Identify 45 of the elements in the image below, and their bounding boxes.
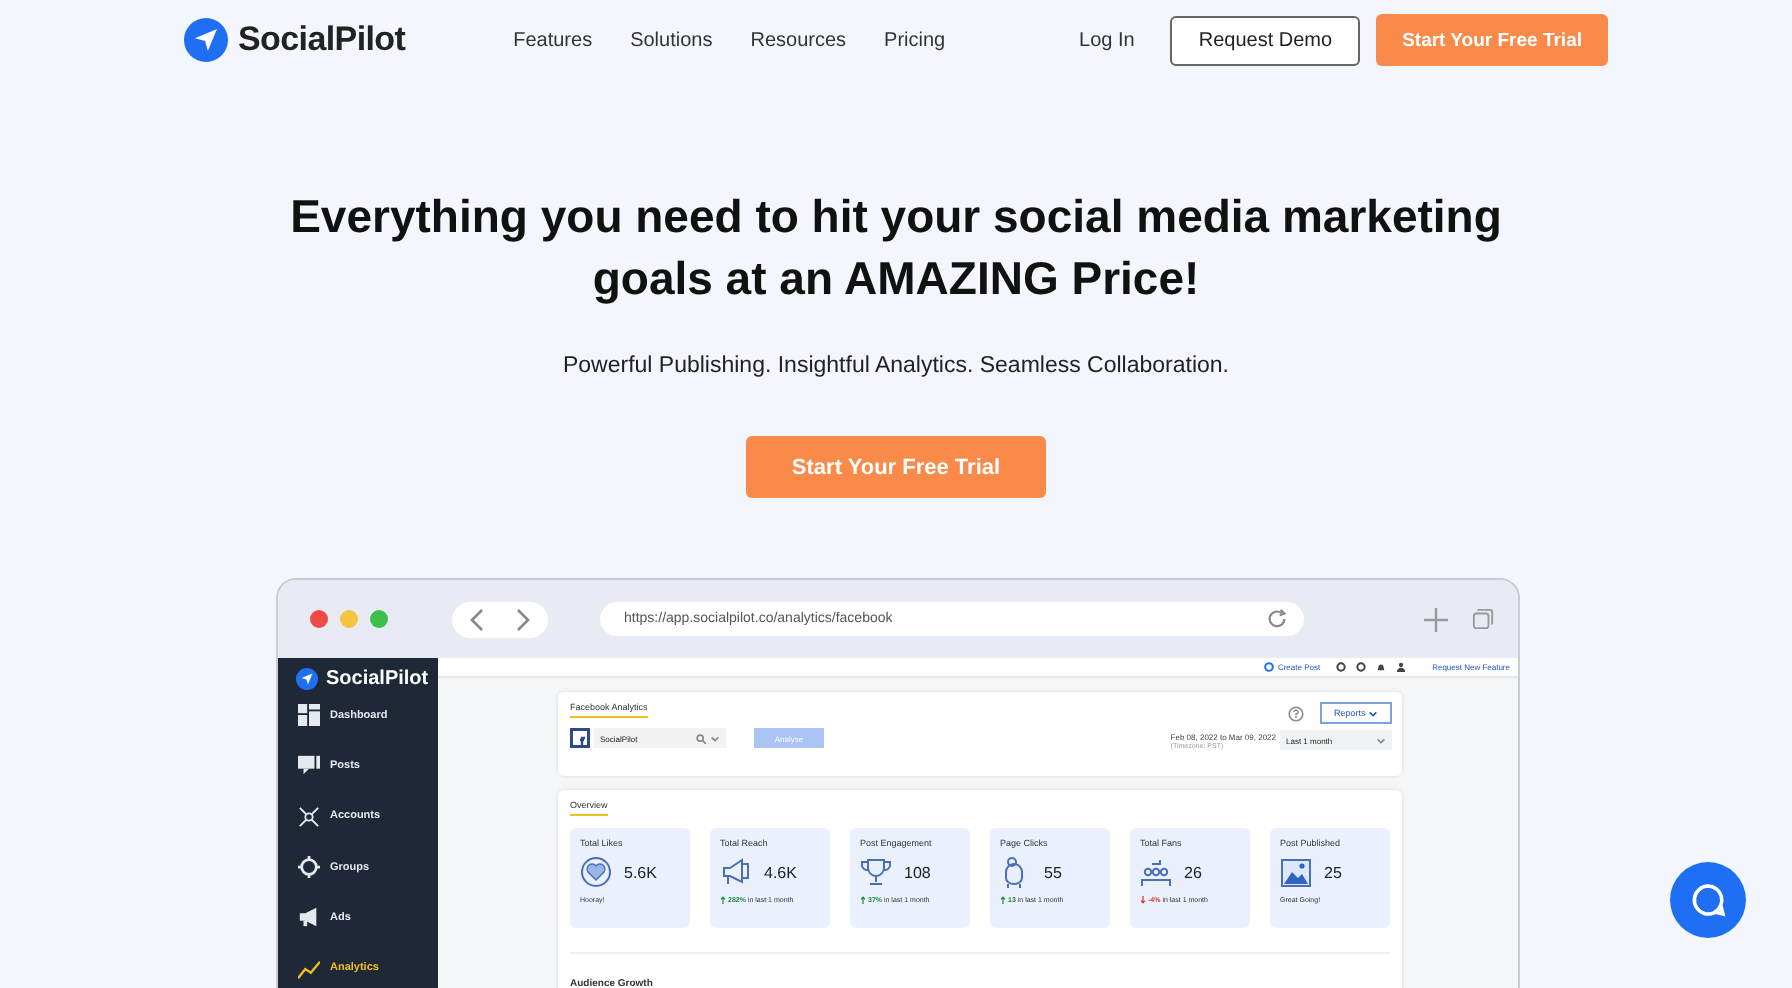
groups-icon [298,856,320,879]
hero-subtitle: Powerful Publishing. Insightful Analytics. Seamless Collaboration. [562,354,1230,378]
nav-link[interactable]: Solutions [630,29,713,51]
stat-value: 4.6K [764,863,797,881]
login-link[interactable]: Log In [1079,29,1135,51]
tabs-icon[interactable] [1472,608,1494,630]
chat-icon [1690,882,1726,918]
nav-link[interactable]: Pricing [884,29,946,51]
hero-title: Everything you need to hit your social media marketing goals at an AMAZING Price! [288,188,1504,308]
chevron-down-icon [1376,735,1386,745]
analytics-icon [298,957,320,980]
forward-icon[interactable] [512,607,532,631]
close-dot[interactable] [310,610,328,628]
stat-value: 108 [904,863,931,881]
trophy-icon [860,856,892,888]
request-demo-button[interactable]: Request Demo [1170,15,1361,65]
stat-value: 26 [1184,863,1202,881]
chevron-down-icon [1368,709,1378,718]
maximize-dot[interactable] [370,610,388,628]
search-icon [696,733,706,743]
logo-icon [184,18,228,62]
megaphone-icon [720,856,752,888]
ads-icon [298,906,320,929]
accounts-icon [298,805,320,828]
user-icon[interactable] [1396,662,1407,672]
nav-link[interactable]: Features [513,29,593,51]
stat-value: 5.6K [624,863,657,881]
stat-value: 55 [1044,863,1062,881]
brand-name: SocialPilot [238,20,406,60]
chevron-down-icon [710,733,720,743]
logo-icon [296,667,318,689]
brand-name: SocialPilot [326,667,429,689]
bell-icon[interactable] [1376,662,1387,672]
chat-button[interactable] [1670,862,1746,938]
image-icon [1280,856,1312,888]
nav-link[interactable]: Resources [750,29,847,51]
minimize-dot[interactable] [340,610,358,628]
posts-icon [298,754,320,777]
dashboard-icon [298,704,320,727]
help-icon[interactable] [1288,705,1304,721]
plus-icon[interactable] [1424,607,1448,631]
back-icon[interactable] [468,607,488,631]
reload-icon[interactable] [1266,608,1288,630]
stat-value: 25 [1324,863,1342,881]
facebook-icon [570,728,590,748]
